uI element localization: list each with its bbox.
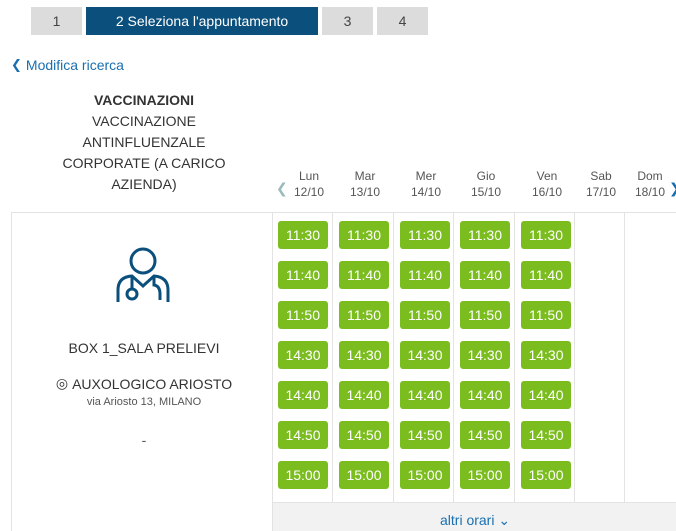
time-slot-button[interactable]: 14:30 [521, 341, 571, 369]
time-slot-button[interactable]: 11:40 [521, 261, 571, 289]
time-slot-button[interactable]: 14:50 [400, 421, 450, 449]
service-category: VACCINAZIONI [93, 92, 195, 108]
time-slot-button[interactable]: 15:00 [339, 461, 389, 489]
day-header: Lun 12/10 [293, 169, 325, 199]
location-pin-icon: ◎ [55, 375, 69, 391]
day-header: Mer 14/10 [410, 169, 442, 199]
time-slot-button[interactable]: 11:30 [521, 221, 571, 249]
step-1[interactable]: 1 [31, 7, 82, 35]
location-name: AUXOLOGICO ARIOSTO [72, 375, 233, 392]
step-4[interactable]: 4 [377, 7, 428, 35]
time-slot-button[interactable]: 11:50 [278, 301, 328, 329]
time-slot-button[interactable]: 11:40 [339, 261, 389, 289]
time-slot-button[interactable]: 14:30 [460, 341, 510, 369]
step-2-active[interactable]: 2 Seleziona l'appuntamento [86, 7, 318, 35]
time-slot-button[interactable]: 15:00 [521, 461, 571, 489]
time-slot-button[interactable]: 11:50 [460, 301, 510, 329]
time-slot-button[interactable]: 15:00 [460, 461, 510, 489]
time-slot-button[interactable]: 14:40 [278, 381, 328, 409]
day-header: Ven 16/10 [531, 169, 563, 199]
time-slot-button[interactable]: 15:00 [400, 461, 450, 489]
time-slot-button[interactable]: 11:50 [339, 301, 389, 329]
time-slot-button[interactable]: 14:30 [400, 341, 450, 369]
doctor-icon [116, 247, 170, 302]
location: ◎ AUXOLOGICO ARIOSTO [14, 375, 274, 392]
time-slot-button[interactable]: 14:40 [460, 381, 510, 409]
time-slot-button[interactable]: 11:50 [521, 301, 571, 329]
chevron-down-icon: ⌄ [498, 512, 511, 528]
service-title: VACCINAZIONI VACCINAZIONE ANTINFLUENZALE… [14, 90, 274, 195]
time-slot-button[interactable]: 14:50 [339, 421, 389, 449]
time-slot-button[interactable]: 14:50 [521, 421, 571, 449]
day-header: Gio 15/10 [470, 169, 502, 199]
time-slot-button[interactable]: 14:30 [339, 341, 389, 369]
step-indicator: 1 2 Seleziona l'appuntamento 3 4 [31, 7, 428, 35]
modify-search-label: Modifica ricerca [25, 57, 124, 73]
time-slot-button[interactable]: 11:30 [400, 221, 450, 249]
day-header: Mar 13/10 [349, 169, 381, 199]
more-times-link[interactable]: altri orari ⌄ [440, 512, 510, 529]
time-slot-button[interactable]: 11:30 [339, 221, 389, 249]
provider-extra: - [141, 432, 147, 448]
time-slot-button[interactable]: 14:40 [400, 381, 450, 409]
time-slot-button[interactable]: 14:30 [278, 341, 328, 369]
time-slot-button[interactable]: 15:00 [278, 461, 328, 489]
time-slot-button[interactable]: 11:40 [460, 261, 510, 289]
day-column [576, 212, 625, 502]
time-slot-button[interactable]: 11:40 [400, 261, 450, 289]
time-slot-button[interactable]: 14:50 [460, 421, 510, 449]
service-name-line: VACCINAZIONE [92, 113, 196, 129]
chevron-left-icon: ❮ [11, 57, 22, 72]
time-slot-button[interactable]: 11:50 [400, 301, 450, 329]
time-slot-button[interactable]: 14:50 [278, 421, 328, 449]
time-slot-button[interactable]: 11:40 [278, 261, 328, 289]
time-slot-button[interactable]: 11:30 [460, 221, 510, 249]
address: via Ariosto 13, MILANO [86, 396, 202, 408]
service-name-line: CORPORATE (A CARICO [62, 155, 226, 171]
time-slot-button[interactable]: 14:40 [339, 381, 389, 409]
room-name: BOX 1_SALA PRELIEVI [68, 340, 220, 356]
day-header: Dom 18/10 [634, 169, 666, 199]
service-name-line: AZIENDA) [111, 176, 177, 192]
next-week-icon[interactable]: ❯ [669, 180, 676, 197]
modify-search-link[interactable]: ❮ Modifica ricerca [11, 57, 124, 73]
service-name-line: ANTINFLUENZALE [82, 134, 206, 150]
step-3[interactable]: 3 [322, 7, 373, 35]
time-slot-button[interactable]: 14:40 [521, 381, 571, 409]
time-slot-button[interactable]: 11:30 [278, 221, 328, 249]
